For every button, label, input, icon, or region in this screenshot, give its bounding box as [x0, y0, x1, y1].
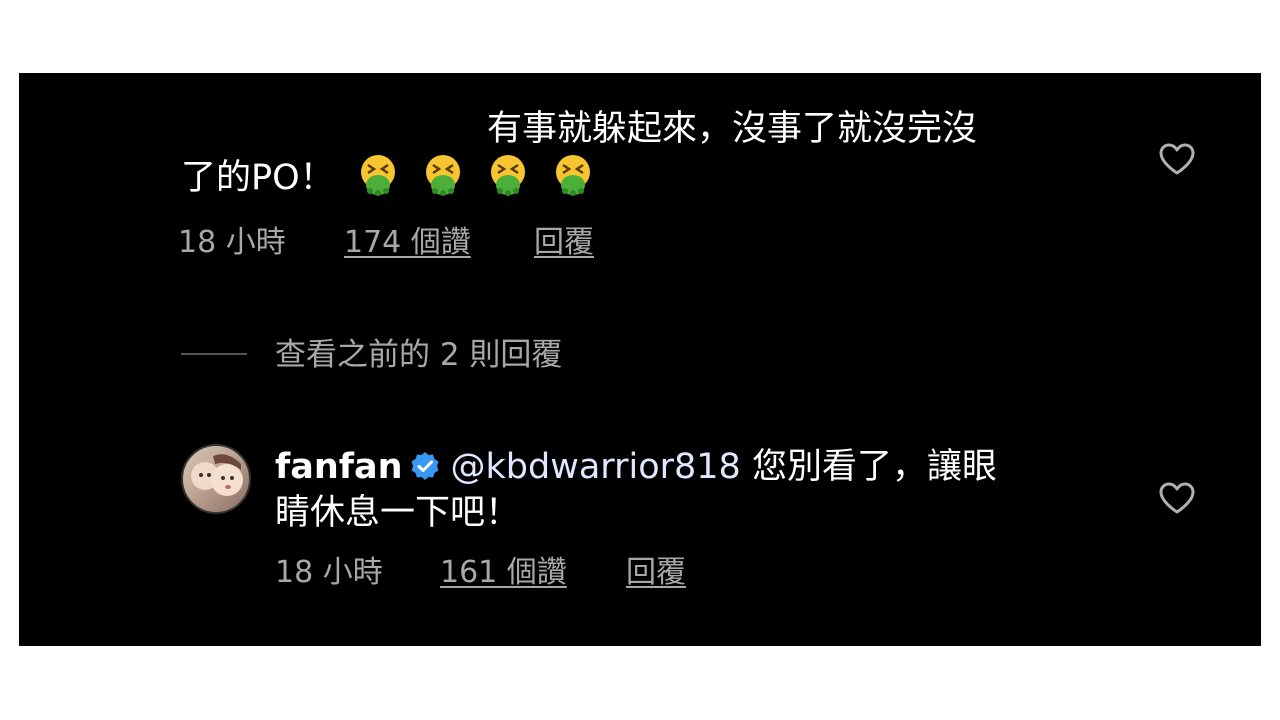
replies-divider — [181, 353, 247, 355]
comment-2-timestamp: 18 小時 — [275, 555, 383, 590]
comment-2-mention-link[interactable]: @kbdwarrior818 — [451, 447, 741, 487]
avatar[interactable] — [181, 444, 251, 514]
heart-outline-icon[interactable] — [1158, 481, 1196, 515]
comment-2-reply-button[interactable]: 回覆 — [626, 553, 686, 593]
avatar-image — [191, 454, 243, 496]
face-vomiting-emoji — [425, 155, 460, 196]
comment-1-text: 了的PO！ — [181, 158, 335, 198]
face-vomiting-emoji — [556, 155, 591, 196]
heart-outline-icon[interactable] — [1158, 142, 1196, 176]
face-vomiting-emoji — [360, 155, 395, 196]
comment-1-timestamp: 18 小時 — [178, 225, 286, 260]
comment-1-text-line-2: 了的PO！ — [181, 153, 595, 200]
comment-1-likes-link[interactable]: 174 個讚 — [344, 223, 471, 263]
comments-panel: 有事就躲起來，沒事了就沒完沒 了的PO！ 18 小時 174 個讚 回覆 查看之… — [19, 73, 1261, 646]
face-vomiting-emoji — [491, 155, 526, 196]
comment-2-text-line-2: 睛休息一下吧！ — [275, 493, 521, 533]
verified-badge-icon — [411, 452, 439, 480]
comment-1-reply-button[interactable]: 回覆 — [534, 223, 594, 263]
comment-2-text: 您別看了，讓眼 — [740, 447, 997, 487]
comment-1-text-line-1: 有事就躲起來，沒事了就沒完沒 — [487, 109, 978, 149]
comment-2-text-line-1: fanfan @kbdwarrior818 您別看了，讓眼 — [275, 445, 997, 489]
comment-2-likes-link[interactable]: 161 個讚 — [440, 553, 567, 593]
comment-2-username[interactable]: fanfan — [275, 447, 403, 487]
view-previous-replies-button[interactable]: 查看之前的 2 則回覆 — [275, 335, 562, 375]
